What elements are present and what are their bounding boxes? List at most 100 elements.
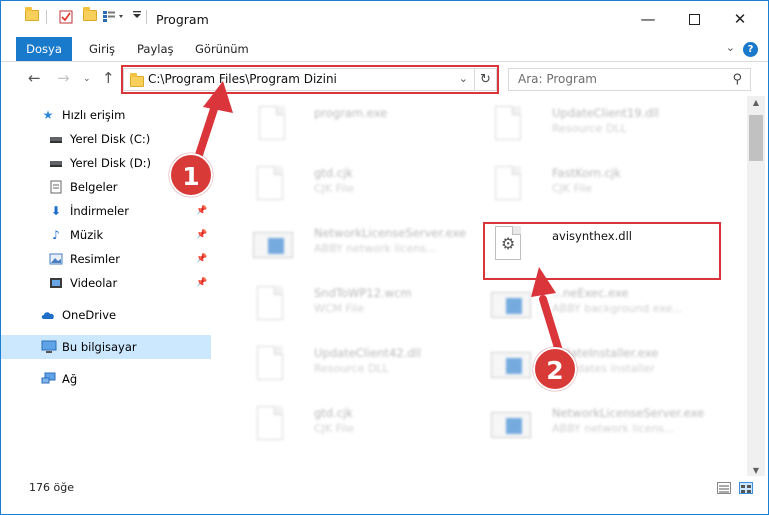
minimize-button[interactable]: — [625, 1, 671, 37]
file-type: ABBY network licens... [552, 422, 675, 435]
pin-icon[interactable]: 📌 [196, 223, 207, 247]
list-item[interactable]: FastKorn.cjk CJK File [477, 160, 717, 216]
title-separator [46, 10, 47, 24]
quick-access-folder-icon[interactable] [25, 7, 39, 21]
file-icon [253, 404, 287, 444]
sidebar-item-local-disk-c[interactable]: Yerel Disk (C:) [1, 127, 211, 151]
customize-toolbar-icon[interactable] [102, 10, 128, 22]
title-separator-2 [146, 10, 147, 24]
navigation-pane: ★ Hızlı erişim Yerel Disk (C:) Yerel Dis… [1, 99, 211, 459]
tab-share[interactable]: Paylaş [129, 37, 182, 61]
scroll-down-icon[interactable]: ▼ [747, 466, 765, 475]
file-highlight-box [483, 222, 721, 280]
tab-home[interactable]: Giriş [81, 37, 123, 61]
file-type: CJK File [314, 182, 355, 195]
up-arrow-icon[interactable]: ↑ [102, 69, 115, 87]
file-type: Resource DLL [552, 122, 627, 135]
list-item[interactable]: SndToWP12.wcm WCM File [239, 280, 479, 336]
file-name: SndToWP12.wcm [314, 286, 412, 300]
dll-file-icon [491, 104, 525, 144]
search-input[interactable]: Ara: Program ⚲ [508, 68, 751, 91]
file-name: NetworkLicenseServer.exe [552, 406, 705, 420]
vertical-scrollbar[interactable]: ▲ ▼ [747, 96, 765, 476]
dll-file-icon [253, 344, 287, 384]
list-item[interactable]: gtd.cjk CJK File [239, 160, 479, 216]
sidebar-item-label: OneDrive [62, 308, 117, 322]
pin-icon[interactable]: 📌 [196, 199, 207, 223]
file-name: program.exe [314, 106, 388, 120]
status-bar: 176 öğe [1, 476, 768, 514]
list-item[interactable]: NetworkLicenseServer.exe ABBY network li… [239, 220, 479, 276]
scroll-up-icon[interactable]: ▲ [747, 98, 765, 107]
sidebar-item-label: Belgeler [70, 180, 118, 194]
sidebar-item-quick-access[interactable]: ★ Hızlı erişim [1, 103, 211, 127]
scroll-thumb[interactable] [749, 115, 763, 161]
new-folder-icon[interactable] [83, 7, 97, 21]
file-type: WCM File [314, 302, 364, 315]
sidebar-item-pictures[interactable]: Resimler 📌 [1, 247, 211, 271]
sidebar-item-network[interactable]: Ağ [1, 367, 211, 391]
back-arrow-icon[interactable]: ← [28, 69, 41, 87]
file-name: ...neExec.exe [552, 286, 629, 300]
list-item[interactable]: ...dateInstaller.exe ...updates installe… [477, 340, 717, 396]
navigation-bar: ← → ⌄ ↑ C:\Program Files\Program Dizini … [1, 63, 768, 95]
file-icon [491, 164, 525, 204]
tab-file[interactable]: Dosya [16, 37, 72, 61]
file-icon [253, 284, 287, 324]
sidebar-item-label: Yerel Disk (C:) [70, 132, 151, 146]
list-item[interactable]: UpdateClient19.dll Resource DLL [477, 100, 717, 156]
computer-icon [41, 340, 57, 354]
sidebar-item-downloads[interactable]: ⬇ İndirmeler 📌 [1, 199, 211, 223]
list-item[interactable]: UpdateClient42.dll Resource DLL [239, 340, 479, 396]
sidebar-item-this-pc[interactable]: Bu bilgisayar [1, 335, 211, 359]
list-item[interactable]: NetworkLicenseServer.exe ABBY network li… [477, 400, 717, 456]
videos-icon [49, 276, 63, 290]
close-button[interactable]: ✕ [717, 1, 763, 37]
sidebar-item-videos[interactable]: Videolar 📌 [1, 271, 211, 295]
search-placeholder: Ara: Program [518, 72, 597, 86]
window-title: Program [156, 12, 209, 27]
sidebar-item-label: Yerel Disk (D:) [70, 156, 152, 170]
pin-icon[interactable]: 📌 [196, 271, 207, 295]
title-bar: Program — ✕ [1, 1, 768, 37]
sidebar-item-onedrive[interactable]: OneDrive [1, 303, 211, 327]
large-icons-view-icon[interactable] [739, 482, 753, 494]
file-list: program.exe gtd.cjk CJK File NetworkLice… [219, 96, 747, 456]
maximize-button[interactable] [671, 1, 717, 37]
file-name: UpdateClient42.dll [314, 346, 421, 360]
exe-file-icon [491, 404, 531, 444]
sidebar-item-label: Ağ [62, 372, 78, 386]
list-item[interactable]: ...neExec.exe ABBY background exe... [477, 280, 717, 336]
details-view-icon[interactable] [717, 482, 731, 494]
list-item[interactable]: gtd.cjk CJK File [239, 400, 479, 456]
properties-icon[interactable] [59, 10, 73, 24]
list-item[interactable]: program.exe [239, 100, 479, 156]
exe-file-icon [491, 344, 531, 384]
recent-locations-chevron-icon[interactable]: ⌄ [83, 74, 91, 84]
download-icon: ⬇ [50, 204, 62, 218]
file-type: CJK File [314, 422, 355, 435]
file-icon [253, 164, 287, 204]
file-name: NetworkLicenseServer.exe [314, 226, 467, 240]
file-type: CJK File [552, 182, 593, 195]
tab-view[interactable]: Görünüm [187, 37, 257, 61]
documents-icon [49, 180, 63, 194]
cloud-icon [41, 308, 55, 322]
sidebar-item-label: Resimler [70, 252, 120, 266]
exe-file-icon [491, 284, 531, 324]
forward-arrow-icon[interactable]: → [57, 69, 70, 87]
drive-icon [49, 156, 63, 170]
step-2-badge: 2 [533, 347, 577, 391]
search-icon[interactable]: ⚲ [732, 72, 742, 87]
network-icon [41, 372, 56, 386]
help-icon[interactable]: ? [743, 42, 758, 57]
qat-dropdown-icon[interactable] [132, 10, 142, 20]
file-type: Resource DLL [314, 362, 389, 375]
sidebar-item-label: İndirmeler [70, 204, 129, 218]
pictures-icon [49, 252, 63, 266]
star-icon: ★ [42, 108, 54, 122]
sidebar-item-label: Videolar [70, 276, 118, 290]
pin-icon[interactable]: 📌 [196, 247, 207, 271]
expand-ribbon-chevron-icon[interactable]: ⌄ [726, 41, 735, 54]
sidebar-item-music[interactable]: ♪ Müzik 📌 [1, 223, 211, 247]
